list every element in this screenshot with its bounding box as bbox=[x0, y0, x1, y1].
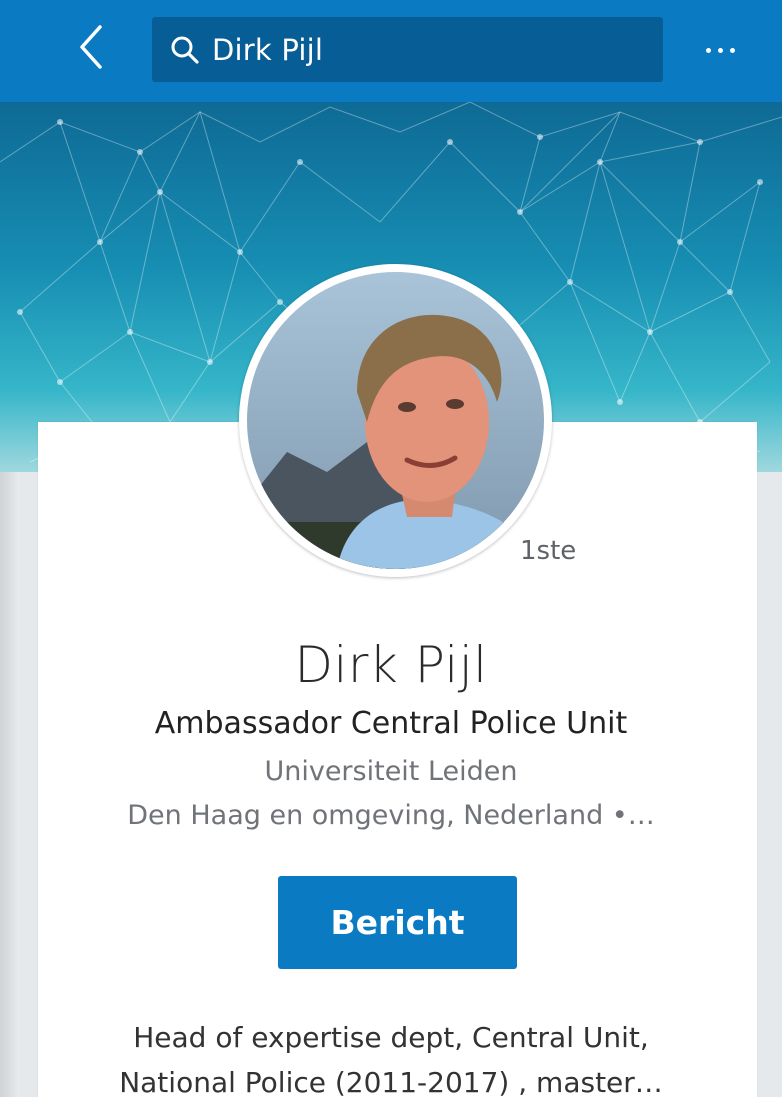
search-query: Dirk Pijl bbox=[212, 32, 324, 67]
app-bar: Dirk Pijl bbox=[0, 0, 782, 102]
more-options-button[interactable] bbox=[690, 22, 750, 78]
chevron-left-icon bbox=[76, 23, 106, 76]
profile-headline: Ambassador Central Police Unit bbox=[154, 706, 628, 741]
more-horizontal-icon bbox=[705, 47, 711, 53]
back-button[interactable] bbox=[56, 14, 126, 84]
summary-line: National Police (2011-2017) , master… bbox=[119, 1066, 663, 1097]
profile-avatar[interactable] bbox=[239, 264, 552, 577]
profile-screen: Dirk Pijl 1ste Dirk Pijl Ambassador Cent… bbox=[0, 0, 782, 1097]
profile-location: Den Haag en omgeving, Nederland •… bbox=[127, 800, 655, 831]
search-icon bbox=[170, 35, 200, 65]
search-input[interactable]: Dirk Pijl bbox=[152, 17, 663, 82]
avatar-photo bbox=[247, 272, 544, 569]
message-button[interactable]: Bericht bbox=[278, 876, 517, 969]
profile-school[interactable]: Universiteit Leiden bbox=[0, 756, 782, 787]
profile-name: Dirk Pijl bbox=[294, 636, 488, 694]
summary-line: Head of expertise dept, Central Unit, bbox=[133, 1021, 649, 1054]
profile-summary[interactable]: Head of expertise dept, Central Unit, Na… bbox=[0, 1015, 782, 1097]
connection-degree-badge: 1ste bbox=[520, 536, 577, 566]
